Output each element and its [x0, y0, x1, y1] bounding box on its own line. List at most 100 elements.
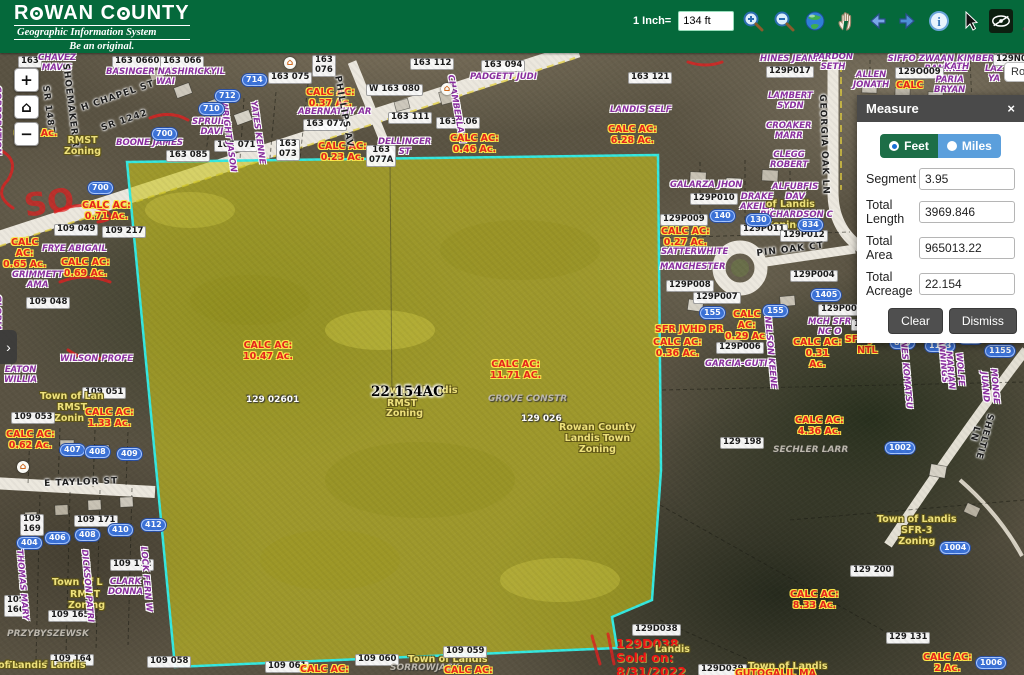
map-label-id: 163 077A: [366, 145, 396, 167]
miles-radio-icon: [947, 141, 957, 151]
map-label-id: 163 085: [166, 150, 210, 162]
draw-line-icon[interactable]: [1020, 9, 1024, 33]
map-zoom-control: + ⌂ −: [14, 68, 39, 146]
gis-app: 163CHAVEZ MAVIS163 06603163 066BASINGER …: [0, 0, 1024, 675]
map-label-id: 163 111: [388, 112, 432, 124]
map-label-id: 129P006: [716, 342, 764, 354]
map-label-zone: Town of L: [52, 577, 103, 588]
map-label-zone: Zoning: [766, 220, 803, 231]
unit-feet-button[interactable]: Feet: [880, 134, 938, 158]
miles-label: Miles: [962, 139, 992, 153]
map-label-id: 163 076: [312, 55, 336, 77]
map-label-own: KATH: [944, 62, 969, 72]
dismiss-button[interactable]: Dismiss: [949, 308, 1017, 334]
road-chip[interactable]: Roa: [1004, 62, 1024, 82]
map-label-wid: 129 02601: [246, 395, 299, 405]
map-label-st: GEORGIA OAK LN: [817, 94, 831, 195]
map-label-calc: CALC AC: 8.33 Ac.: [790, 589, 839, 611]
segment-value-input[interactable]: [919, 168, 1015, 190]
select-pointer-icon[interactable]: [958, 9, 982, 33]
segment-row: Segment: [866, 168, 1015, 190]
forward-arrow-icon[interactable]: [896, 9, 920, 33]
map-label-zone: Zoning: [386, 408, 423, 419]
map-zoom-in-button[interactable]: +: [14, 68, 39, 92]
map-label-own: GALARZA JHON: [670, 180, 742, 190]
map-label-zone: Town of Landis: [378, 385, 458, 396]
map-label-meas: 22.154AC: [371, 384, 444, 400]
total-acreage-value-input[interactable]: [919, 273, 1015, 295]
scale-input[interactable]: [678, 11, 734, 31]
measure-panel: Measure × Feet Miles Segment Total Lengt…: [857, 95, 1024, 343]
map-label-calc: CALC AC: 6.28 Ac.: [608, 124, 657, 146]
map-label-own: LANDIS SELF: [610, 105, 672, 115]
measure-panel-title: Measure: [866, 101, 919, 116]
total-length-value-input[interactable]: [919, 201, 1015, 223]
map-label-id: 163 06603: [112, 56, 168, 68]
total-length-row: Total Length: [866, 198, 1015, 226]
map-label-zone: Town of Landis SFR-3 Zoning: [877, 514, 957, 547]
clear-button[interactable]: Clear: [888, 308, 943, 334]
map-label-own: CLARK DONNA: [108, 577, 143, 597]
map-label-id: 109 059: [443, 646, 487, 658]
pan-hand-icon[interactable]: [834, 9, 858, 33]
map-label-calc: CALC AC: 0.71 Ac.: [82, 200, 131, 222]
sidebar-expand-tab[interactable]: ›: [0, 330, 17, 364]
logo-subtitle: Geographic Information System: [14, 25, 190, 40]
map-label-shl: 140: [710, 210, 735, 222]
visibility-tool-icon[interactable]: [989, 9, 1013, 33]
map-label-id: 109 166: [4, 595, 28, 617]
logo-tagline: Be an original.: [14, 41, 190, 52]
identify-info-icon[interactable]: i: [927, 9, 951, 33]
map-label-id: 129P008: [666, 280, 714, 292]
map-label-shl: 406: [45, 532, 70, 544]
map-label-shl: 407: [60, 444, 85, 456]
map-label-wid: 129 026: [521, 414, 562, 424]
map-label-id: 109 061: [265, 661, 309, 673]
measure-buttons: Clear Dismiss: [866, 308, 1015, 334]
map-label-zone: Town of Landis: [748, 661, 828, 672]
logo-title: RWAN CUNTY: [14, 3, 190, 23]
back-arrow-icon[interactable]: [865, 9, 889, 33]
map-label-id: 129D039: [698, 664, 747, 675]
map-label-zone: Town of Landis: [408, 654, 488, 665]
total-area-value-input[interactable]: [919, 237, 1015, 259]
full-extent-globe-icon[interactable]: [803, 9, 827, 33]
map-label-id: 163 073: [276, 139, 300, 161]
map-label-shl: 834: [798, 219, 823, 231]
map-label-calc: CALC AC: 0.69 Ac.: [61, 257, 110, 279]
map-label-calc: CALC AC: 11.71 AC.: [490, 359, 541, 381]
zoom-in-icon[interactable]: [741, 9, 765, 33]
map-label-id: 129 200: [850, 565, 894, 577]
map-label-own: SIFFO ZWAAN KIMBERLY RAMIREZ: [868, 54, 1024, 74]
map-label-shl: 130: [746, 214, 771, 226]
map-label-calc: CALC AC: 0.36 Ac.: [653, 337, 702, 359]
map-label-zone: n of Landis: [0, 660, 47, 671]
map-label-own: SPRUILL DAVI: [192, 117, 232, 137]
map-label-id: 109 171: [74, 515, 118, 527]
zoom-out-icon[interactable]: [772, 9, 796, 33]
map-label-own: CORPORATION: [0, 86, 2, 155]
map-label-zone: Landis: [655, 644, 690, 655]
map-label-id: 129 198: [720, 437, 764, 449]
measure-panel-header[interactable]: Measure ×: [857, 95, 1024, 122]
close-icon[interactable]: ×: [1007, 102, 1015, 115]
map-label-st: H CHAPEL ST: [80, 79, 156, 114]
app-header: RWAN CUNTY Geographic Information System…: [0, 0, 1024, 53]
map-label-calc: CALC AC: 0.37 Ac.: [306, 87, 355, 109]
map-label-sold: 129D038 Sold on: 8/31/2022: [616, 637, 686, 675]
feet-label: Feet: [904, 139, 929, 153]
map-label-house: ⌂: [441, 83, 453, 95]
map-label-shl: 714: [242, 74, 267, 86]
map-label-own: CLEGG ROBERT: [770, 150, 808, 170]
map-label-st: SR 1242: [100, 108, 149, 133]
map-zoom-out-button[interactable]: −: [14, 122, 39, 146]
map-label-id: 109 217: [102, 226, 146, 238]
map-label-own: WRIGHT JASON: [218, 100, 238, 173]
total-acreage-row: Total Acreage: [866, 270, 1015, 298]
unit-miles-button[interactable]: Miles: [938, 134, 1001, 158]
map-home-button[interactable]: ⌂: [14, 95, 39, 119]
total-area-row: Total Area: [866, 234, 1015, 262]
map-label-calc: CALC AC: 4.36 Ac.: [795, 415, 844, 437]
map-label-own: ALLEN JONATH: [853, 70, 889, 90]
map-label-id: 109 049: [54, 224, 98, 236]
